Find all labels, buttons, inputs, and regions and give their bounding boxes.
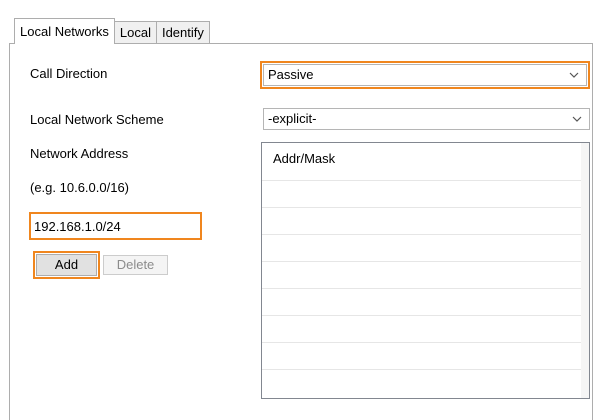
network-scheme-value: -explicit- bbox=[268, 111, 317, 126]
network-address-label: Network Address bbox=[30, 146, 129, 161]
chevron-down-icon bbox=[572, 116, 582, 122]
list-column-header: Addr/Mask bbox=[273, 151, 336, 166]
tab-identify[interactable]: Identify bbox=[155, 21, 210, 44]
call-direction-value: Passive bbox=[268, 67, 314, 82]
grid-line bbox=[262, 369, 581, 370]
chevron-down-icon bbox=[569, 72, 579, 78]
grid-line bbox=[262, 261, 581, 262]
tab-bar: Local Networks Local Identify bbox=[14, 18, 210, 44]
add-button[interactable]: Add bbox=[36, 254, 97, 276]
call-direction-select[interactable]: Passive bbox=[260, 61, 590, 89]
list-scrollbar[interactable] bbox=[581, 143, 589, 398]
network-scheme-label: Local Network Scheme bbox=[30, 112, 164, 127]
grid-line bbox=[262, 234, 581, 235]
grid-line bbox=[262, 288, 581, 289]
address-list[interactable]: Addr/Mask bbox=[261, 142, 590, 399]
delete-button: Delete bbox=[103, 255, 168, 275]
network-scheme-select[interactable]: -explicit- bbox=[263, 108, 590, 130]
network-address-input-frame bbox=[29, 212, 202, 240]
network-address-input[interactable] bbox=[34, 215, 194, 237]
grid-line bbox=[262, 315, 581, 316]
grid-line bbox=[262, 207, 581, 208]
tab-local[interactable]: Local bbox=[113, 21, 157, 44]
network-address-hint: (e.g. 10.6.0.0/16) bbox=[30, 180, 130, 195]
grid-line bbox=[262, 180, 581, 181]
tab-local-networks[interactable]: Local Networks bbox=[14, 18, 115, 44]
grid-line bbox=[262, 342, 581, 343]
call-direction-label: Call Direction bbox=[30, 66, 108, 81]
